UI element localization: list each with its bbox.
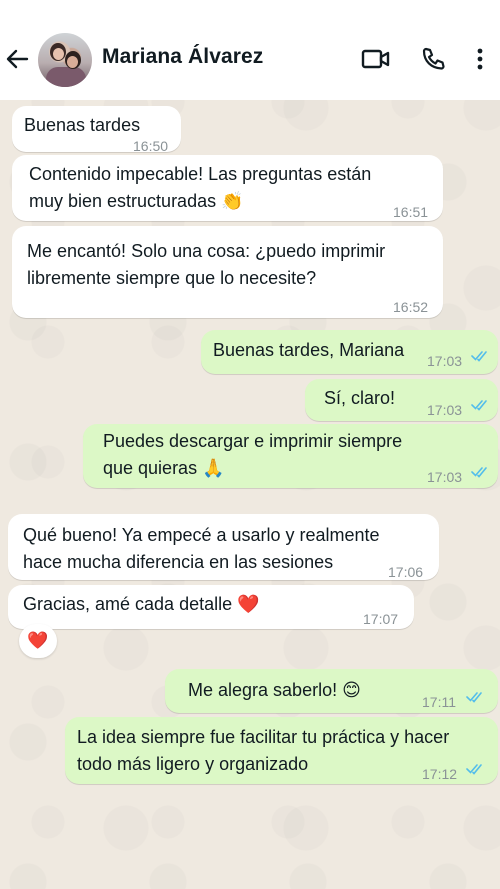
message-time: 16:51 [393, 204, 429, 220]
message-time: 17:03 [427, 353, 463, 369]
heart-reaction-icon: ❤️ [27, 631, 49, 650]
reaction-badge[interactable]: ❤️ [19, 624, 57, 658]
message-bubble[interactable]: Sí, claro! 17:03 [305, 379, 498, 421]
message-text: Buenas tardes [24, 115, 141, 135]
message-text: Buenas tardes, Mariana [213, 340, 405, 360]
message-text: Me encantó! Solo una cosa: ¿puedo imprim… [27, 241, 386, 288]
chat-header: Mariana Álvarez [0, 0, 500, 100]
read-ticks-icon [466, 692, 482, 703]
avatar[interactable] [38, 33, 92, 87]
message-text: Qué bueno! Ya empecé a usarlo y realment… [23, 525, 380, 572]
contact-name[interactable]: Mariana Álvarez [102, 45, 263, 69]
message-text: Puedes descargar e imprimir siempre que … [103, 431, 403, 478]
message-bubble[interactable]: Qué bueno! Ya empecé a usarlo y realment… [8, 514, 439, 580]
message-time: 17:07 [363, 611, 399, 627]
message-text: La idea siempre fue facilitar tu práctic… [77, 727, 450, 774]
read-ticks-icon [471, 351, 487, 362]
message-text: Sí, claro! [324, 388, 396, 408]
message-text: Me alegra saberlo! 😊 [188, 680, 361, 700]
read-ticks-icon [471, 467, 487, 478]
message-bubble[interactable]: Buenas tardes 16:50 [12, 106, 181, 154]
message-time: 17:06 [388, 564, 424, 580]
video-call-icon[interactable] [361, 44, 391, 74]
message-text: Gracias, amé cada detalle ❤️ [23, 594, 260, 614]
message-bubble[interactable]: Gracias, amé cada detalle ❤️ 17:07 [8, 585, 414, 629]
message-text: Contenido impecable! Las preguntas están… [29, 164, 372, 211]
message-time: 16:52 [393, 299, 429, 315]
more-options-icon[interactable] [470, 44, 490, 74]
voice-call-icon[interactable] [418, 44, 448, 74]
read-ticks-icon [466, 764, 482, 775]
message-bubble[interactable]: Me alegra saberlo! 😊 17:11 [165, 669, 498, 713]
message-bubble[interactable]: Puedes descargar e imprimir siempre que … [83, 424, 498, 488]
message-bubble[interactable]: Contenido impecable! Las preguntas están… [12, 155, 443, 221]
message-time: 17:11 [422, 694, 456, 710]
message-bubble[interactable]: Me encantó! Solo una cosa: ¿puedo imprim… [12, 226, 443, 318]
message-bubble[interactable]: Buenas tardes, Mariana 17:03 [201, 330, 498, 374]
back-arrow-icon[interactable] [4, 44, 30, 74]
message-time: 17:12 [422, 766, 458, 782]
message-time: 17:03 [427, 469, 463, 485]
message-time: 17:03 [427, 402, 463, 418]
message-bubble[interactable]: La idea siempre fue facilitar tu práctic… [65, 717, 498, 784]
read-ticks-icon [471, 400, 487, 411]
